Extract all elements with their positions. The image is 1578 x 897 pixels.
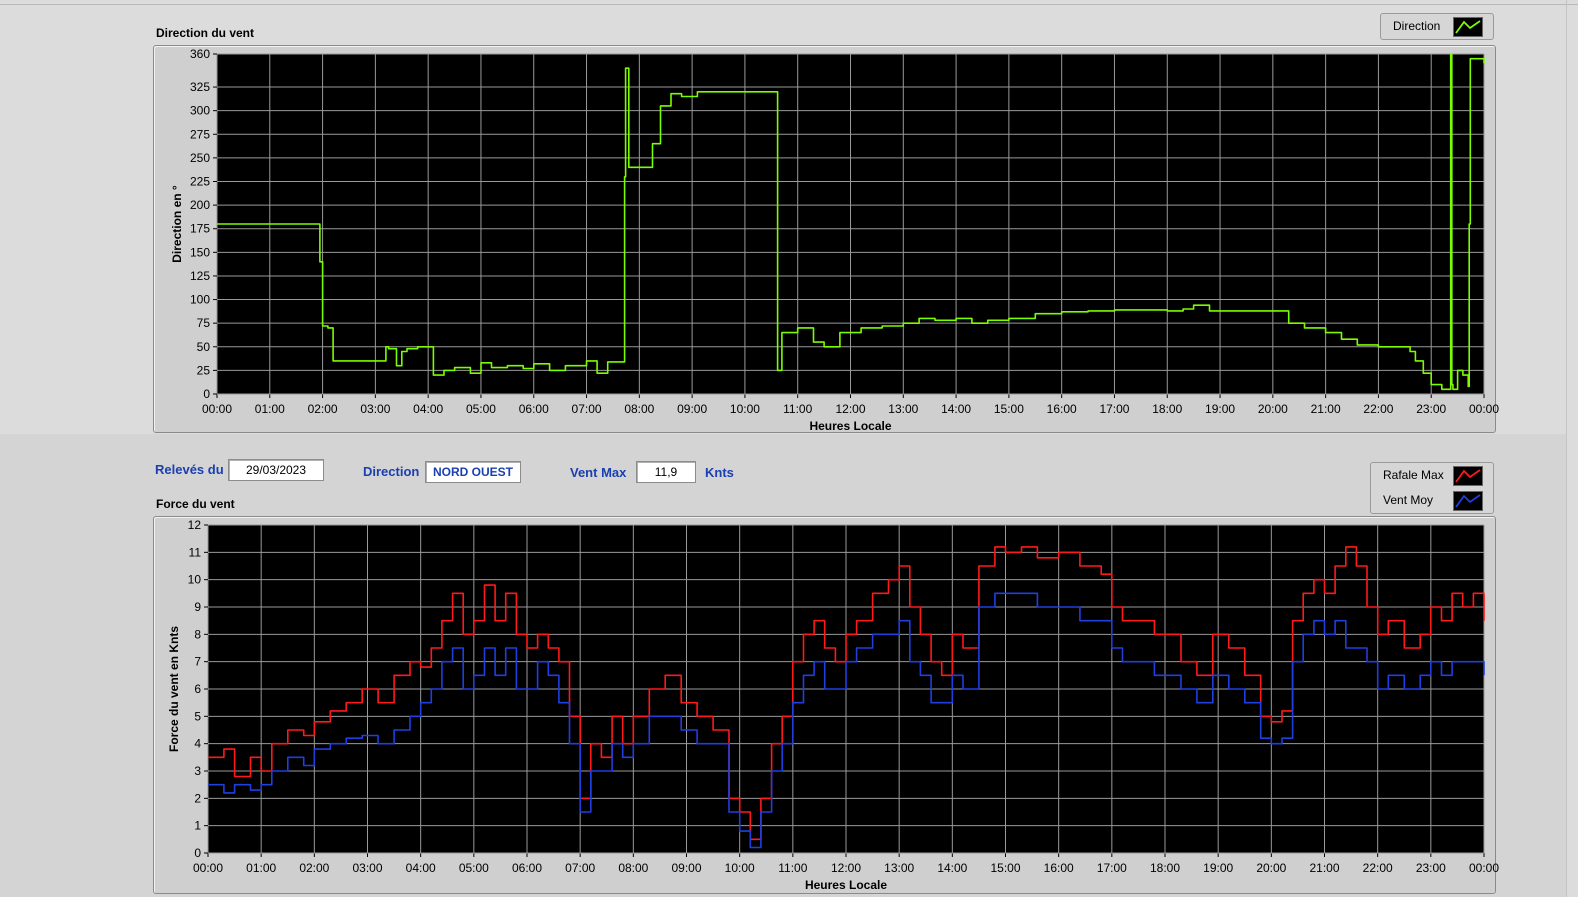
- force-x-tick-label: 09:00: [671, 861, 701, 875]
- force-x-tick-label: 01:00: [246, 861, 276, 875]
- direction-x-tick-label: 12:00: [835, 402, 865, 416]
- force-y-tick-label: 1: [194, 819, 201, 833]
- direction-y-axis-title: Direction en °: [170, 185, 184, 263]
- direction-y-tick-label: 100: [190, 293, 210, 307]
- force-x-axis-title: Heures Locale: [805, 878, 887, 892]
- force-x-tick-label: 17:00: [1097, 861, 1127, 875]
- direction-x-tick-label: 10:00: [730, 402, 760, 416]
- force-x-tick-label: 22:00: [1363, 861, 1393, 875]
- force-x-tick-label: 16:00: [1044, 861, 1074, 875]
- direction-x-tick-label: 18:00: [1152, 402, 1182, 416]
- direction-y-tick-label: 0: [203, 387, 210, 401]
- direction-x-tick-label: 00:00: [1469, 402, 1499, 416]
- direction-y-tick-label: 360: [190, 47, 210, 61]
- direction-x-tick-label: 19:00: [1205, 402, 1235, 416]
- direction-y-tick-label: 50: [197, 340, 211, 354]
- force-x-tick-label: 23:00: [1416, 861, 1446, 875]
- direction-x-tick-label: 17:00: [1099, 402, 1129, 416]
- force-y-tick-label: 0: [194, 846, 201, 860]
- direction-x-tick-label: 14:00: [941, 402, 971, 416]
- charts-canvas: 00:00 01:00 02:00 03:00 04:00 05:00 06:00 07:00…: [167, 47, 1499, 892]
- force-y-tick-label: 9: [194, 600, 201, 614]
- direction-x-tick-label: 20:00: [1258, 402, 1288, 416]
- direction-y-tick-label: 300: [190, 104, 210, 118]
- direction-y-tick-label: 125: [190, 269, 210, 283]
- force-x-tick-label: 14:00: [937, 861, 967, 875]
- direction-y-tick-label: 75: [197, 316, 211, 330]
- direction-y-tick-label: 250: [190, 151, 210, 165]
- direction-x-tick-label: 13:00: [888, 402, 918, 416]
- direction-x-tick-label: 04:00: [413, 402, 443, 416]
- direction-x-tick-label: 07:00: [572, 402, 602, 416]
- force-x-tick-label: 00:00: [193, 861, 223, 875]
- force-x-tick-label: 19:00: [1203, 861, 1233, 875]
- direction-y-tick-label: 25: [197, 363, 211, 377]
- direction-y-tick-label: 275: [190, 127, 210, 141]
- force-x-tick-label: 05:00: [459, 861, 489, 875]
- direction-x-tick-label: 02:00: [308, 402, 338, 416]
- direction-x-tick-label: 23:00: [1416, 402, 1446, 416]
- force-x-tick-label: 13:00: [884, 861, 914, 875]
- force-y-tick-label: 2: [194, 791, 201, 805]
- force-x-tick-label: 18:00: [1150, 861, 1180, 875]
- force-y-tick-label: 3: [194, 764, 201, 778]
- direction-x-tick-label: 11:00: [783, 402, 812, 416]
- force-y-tick-label: 5: [194, 709, 201, 723]
- direction-x-tick-label: 16:00: [1047, 402, 1077, 416]
- direction-x-tick-label: 08:00: [624, 402, 654, 416]
- force-y-tick-label: 8: [194, 627, 201, 641]
- force-x-tick-label: 00:00: [1469, 861, 1499, 875]
- direction-chart: 00:00 01:00 02:00 03:00 04:00 05:00 06:00 07:00…: [170, 47, 1499, 433]
- force-x-tick-label: 15:00: [990, 861, 1020, 875]
- direction-x-tick-label: 05:00: [466, 402, 496, 416]
- force-x-tick-label: 02:00: [299, 861, 329, 875]
- force-x-tick-label: 06:00: [512, 861, 542, 875]
- direction-x-tick-label: 15:00: [994, 402, 1024, 416]
- direction-y-tick-label: 325: [190, 80, 210, 94]
- direction-x-tick-label: 03:00: [360, 402, 390, 416]
- direction-y-tick-label: 225: [190, 175, 210, 189]
- direction-y-tick-label: 200: [190, 198, 210, 212]
- force-x-tick-label: 08:00: [618, 861, 648, 875]
- force-x-tick-label: 21:00: [1309, 861, 1339, 875]
- force-y-axis-title: Force du vent en Knts: [167, 626, 181, 752]
- force-y-tick-label: 12: [188, 518, 202, 532]
- direction-y-tick-label: 150: [190, 245, 210, 259]
- force-x-tick-label: 04:00: [406, 861, 436, 875]
- force-x-tick-label: 10:00: [725, 861, 755, 875]
- force-chart: 00:00 01:00 02:00 03:00 04:00 05:00 06:00 07:00…: [167, 518, 1499, 892]
- force-y-tick-label: 6: [194, 682, 201, 696]
- direction-x-tick-label: 21:00: [1311, 402, 1341, 416]
- force-x-tick-label: 07:00: [565, 861, 595, 875]
- force-x-tick-label: 03:00: [352, 861, 382, 875]
- force-x-tick-label: 11:00: [778, 861, 807, 875]
- direction-y-tick-label: 175: [190, 222, 210, 236]
- force-x-tick-label: 12:00: [831, 861, 861, 875]
- force-y-tick-label: 11: [189, 545, 202, 559]
- direction-x-tick-label: 06:00: [519, 402, 549, 416]
- direction-x-tick-label: 01:00: [255, 402, 285, 416]
- direction-x-tick-label: 00:00: [202, 402, 232, 416]
- force-y-tick-label: 10: [188, 573, 202, 587]
- force-y-tick-label: 7: [194, 655, 201, 669]
- force-x-tick-label: 20:00: [1256, 861, 1286, 875]
- direction-x-tick-label: 22:00: [1363, 402, 1393, 416]
- direction-x-tick-label: 09:00: [677, 402, 707, 416]
- force-y-tick-label: 4: [194, 737, 201, 751]
- direction-x-axis-title: Heures Locale: [809, 419, 891, 433]
